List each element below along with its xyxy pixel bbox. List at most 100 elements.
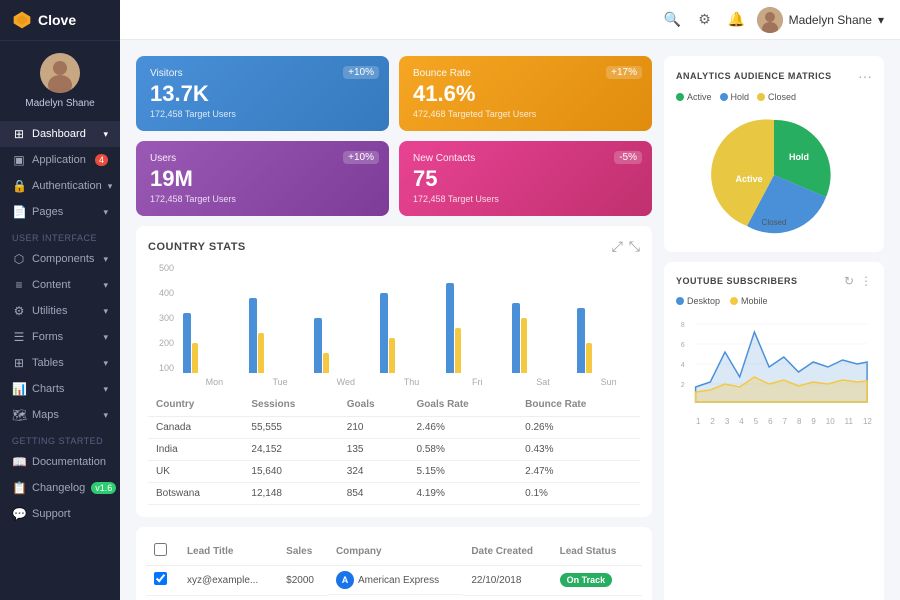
youtube-refresh-icon[interactable]: ↻	[844, 274, 854, 288]
lead-date: 22/10/2018	[463, 566, 551, 596]
sidebar-item-changelog-label: Changelog	[32, 482, 85, 494]
cell-goals: 854	[339, 483, 409, 505]
country-table: Country Sessions Goals Goals Rate Bounce…	[148, 393, 640, 505]
contacts-value: 75	[413, 166, 638, 192]
sidebar-item-support-label: Support	[32, 508, 71, 520]
table-row: xyz@example...$1600EExxon Mobil15/09/201…	[146, 595, 642, 600]
sidebar-item-authentication[interactable]: 🔒 Authentication ▾	[0, 173, 120, 199]
sidebar-item-support[interactable]: 💬 Support	[0, 501, 120, 527]
lead-title: xyz@example...	[179, 595, 278, 600]
svg-text:Hold: Hold	[789, 152, 809, 162]
bounce-value: 41.6%	[413, 81, 638, 107]
x-label-12: 12	[863, 417, 872, 426]
chart-actions[interactable]: ⤢ ⤡	[612, 238, 640, 255]
bar-x-labels: MonTueWedThuFriSatSun	[183, 377, 640, 387]
sidebar-item-components[interactable]: ⬡ Components ▾	[0, 246, 120, 272]
notifications-icon[interactable]: 🔔	[725, 8, 749, 32]
topbar: 🔍 ⚙ 🔔 Madelyn Shane ▾	[120, 0, 900, 40]
area-chart: 8 6 4 2	[676, 312, 872, 412]
sidebar-item-application[interactable]: ▣ Application 4	[0, 147, 120, 173]
cell-sessions: 24,152	[243, 439, 338, 461]
stat-card-users: +10% Users 19M 172,458 Target Users	[136, 141, 389, 216]
settings-icon[interactable]: ⚙	[693, 8, 717, 32]
visitors-sub: 172,458 Target Users	[150, 109, 375, 119]
charts-icon: 📊	[12, 382, 26, 396]
sidebar-item-charts[interactable]: 📊 Charts ▾	[0, 376, 120, 402]
country-stats-card: COUNTRY STATS ⤢ ⤡ 500 400 300 200 100	[136, 226, 652, 517]
pie-chart-svg: Hold Active Closed	[694, 110, 854, 240]
components-arrow: ▾	[103, 254, 108, 265]
content-icon: ≡	[12, 278, 26, 292]
maps-arrow: ▾	[103, 410, 108, 421]
cell-country: Canada	[148, 417, 243, 439]
sidebar-item-forms[interactable]: ☰ Forms ▾	[0, 324, 120, 350]
sidebar-item-utilities[interactable]: ⚙ Utilities ▾	[0, 298, 120, 324]
leads-col-company: Company	[328, 537, 463, 566]
sidebar-nav: ⊞ Dashboard ▾ ▣ Application 4 🔒 Authenti…	[0, 117, 120, 600]
sidebar-item-maps[interactable]: 🗺 Maps ▾	[0, 402, 120, 428]
leads-col-date: Date Created	[463, 537, 551, 566]
pages-icon: 📄	[12, 205, 26, 219]
sidebar-item-changelog[interactable]: 📋 Changelog v1.6	[0, 475, 120, 501]
audience-legend: Active Hold Closed	[676, 92, 872, 102]
table-row: India24,1521350.58%0.43%	[148, 439, 640, 461]
tables-arrow: ▾	[103, 358, 108, 369]
cell-sessions: 12,148	[243, 483, 338, 505]
leads-select-all[interactable]	[154, 543, 167, 556]
x-label-10: 10	[826, 417, 835, 426]
compress-icon[interactable]: ⤢	[612, 238, 623, 255]
bar-yellow-2	[323, 353, 329, 373]
users-value: 19M	[150, 166, 375, 192]
y-label-100: 100	[159, 363, 174, 373]
stat-card-visitors: +10% Visitors 13.7K 172,458 Target Users	[136, 56, 389, 131]
tables-icon: ⊞	[12, 356, 26, 370]
x-label-sat: Sat	[512, 377, 575, 387]
topbar-dropdown-icon: ▾	[878, 13, 884, 27]
table-row: Botswana12,1488544.19%0.1%	[148, 483, 640, 505]
x-label-mon: Mon	[183, 377, 246, 387]
cell-goals_rate: 4.19%	[409, 483, 518, 505]
leads-header-row: Lead Title Sales Company Date Created Le…	[146, 537, 642, 566]
application-badge: 4	[95, 154, 108, 166]
content-area: +10% Visitors 13.7K 172,458 Target Users…	[120, 40, 900, 600]
cell-goals: 135	[339, 439, 409, 461]
forms-arrow: ▾	[103, 332, 108, 343]
right-column: ANALYTICS AUDIENCE MATRICS ··· Active Ho…	[664, 56, 884, 600]
bars-container	[183, 263, 640, 373]
dashboard-icon: ⊞	[12, 127, 26, 141]
sidebar-item-docs-label: Documentation	[32, 456, 106, 468]
user-menu[interactable]: Madelyn Shane ▾	[757, 7, 884, 33]
row-checkbox-0[interactable]	[154, 572, 167, 585]
col-country: Country	[148, 393, 243, 417]
bar-yellow-0	[192, 343, 198, 373]
y-label-400: 400	[159, 288, 174, 298]
cell-goals_rate: 2.46%	[409, 417, 518, 439]
legend-hold: Hold	[720, 92, 750, 102]
youtube-header: YOUTUBE SUBSCRIBERS ↻ ⋮	[676, 274, 872, 288]
sidebar-item-forms-label: Forms	[32, 331, 63, 343]
app-name: Clove	[38, 12, 76, 28]
sidebar-item-tables[interactable]: ⊞ Tables ▾	[0, 350, 120, 376]
sidebar-item-documentation[interactable]: 📖 Documentation	[0, 449, 120, 475]
y-label-200: 200	[159, 338, 174, 348]
cell-bounce_rate: 0.26%	[517, 417, 640, 439]
table-row: Canada55,5552102.46%0.26%	[148, 417, 640, 439]
audience-more-icon[interactable]: ···	[858, 68, 872, 84]
sidebar-item-dashboard[interactable]: ⊞ Dashboard ▾	[0, 121, 120, 147]
lead-sales: $2000	[278, 566, 328, 596]
x-label-1: 1	[696, 417, 700, 426]
area-x-labels: 1 2 3 4 5 6 7 8 9 10 11 12	[696, 417, 872, 426]
youtube-more-icon[interactable]: ⋮	[860, 274, 872, 288]
sidebar-item-content[interactable]: ≡ Content ▾	[0, 272, 120, 298]
bounce-label: Bounce Rate	[413, 68, 638, 79]
contacts-label: New Contacts	[413, 153, 638, 164]
area-chart-svg: 8 6 4 2	[676, 312, 872, 412]
audience-card: ANALYTICS AUDIENCE MATRICS ··· Active Ho…	[664, 56, 884, 252]
leads-col-status: Lead Status	[552, 537, 642, 566]
legend-dot-desktop	[676, 297, 684, 305]
search-icon[interactable]: 🔍	[661, 8, 685, 32]
sidebar-item-pages[interactable]: 📄 Pages ▾	[0, 199, 120, 225]
components-icon: ⬡	[12, 252, 26, 266]
x-label-11: 11	[845, 417, 853, 426]
expand-icon[interactable]: ⤡	[629, 238, 640, 255]
